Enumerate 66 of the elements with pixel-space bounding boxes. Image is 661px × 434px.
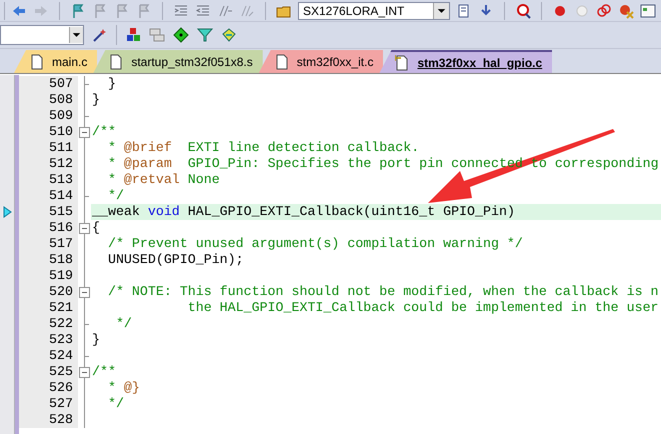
code-line: /* Prevent unused argument(s) compilation warning */ xyxy=(106,236,523,252)
file-tab[interactable]: stm32f0xx_hal_gpio.c xyxy=(379,50,552,73)
wand-icon[interactable] xyxy=(92,27,108,43)
code-line: * @brief EXTI line detection callback. xyxy=(106,140,420,156)
line-number: 507 xyxy=(19,76,78,92)
collapse-icon[interactable] xyxy=(79,223,90,234)
code-line: { xyxy=(92,220,100,236)
code-line: } xyxy=(92,92,100,108)
line-number: 513 xyxy=(19,172,78,188)
line-number: 522 xyxy=(19,316,78,332)
line-number: 511 xyxy=(19,140,78,156)
code-line: */ xyxy=(106,188,124,204)
line-number: 517 xyxy=(19,236,78,252)
window-icon[interactable] xyxy=(640,2,656,18)
line-number: 521 xyxy=(19,300,78,316)
line-number: 515 xyxy=(19,204,78,220)
code-line: __weak void HAL_GPIO_EXTI_Callback(uint16_t GPIO_Pin) xyxy=(92,204,515,220)
line-number: 518 xyxy=(19,252,78,268)
line-number: 509 xyxy=(19,108,78,124)
code-line: */ xyxy=(106,396,124,412)
collapse-icon[interactable] xyxy=(79,287,90,298)
caret-icon xyxy=(69,27,83,43)
collapse-icon[interactable] xyxy=(79,367,90,378)
line-number: 520 xyxy=(19,284,78,300)
target-dropdown[interactable]: SX1276LORA_INT xyxy=(298,2,450,20)
caret-icon xyxy=(433,2,449,18)
file-icon xyxy=(274,54,289,70)
outdent-icon[interactable] xyxy=(195,2,211,18)
line-number: 508 xyxy=(19,92,78,108)
file-tab[interactable]: startup_stm32f051x8.s xyxy=(93,50,263,73)
blocks-icon[interactable] xyxy=(125,27,141,43)
code-line: /** xyxy=(92,364,116,380)
line-number: 526 xyxy=(19,380,78,396)
line-number: 527 xyxy=(19,396,78,412)
code-line: */ xyxy=(114,316,132,332)
windows-icon[interactable] xyxy=(149,27,165,43)
funnel-icon[interactable] xyxy=(197,27,213,43)
dropdown[interactable] xyxy=(0,25,84,45)
file-key-icon xyxy=(395,54,410,70)
code-line: /* NOTE: This function should not be modified, when the callback is n xyxy=(106,284,659,300)
line-number: 516 xyxy=(19,220,78,236)
collapse-icon[interactable] xyxy=(79,127,90,138)
code-line: } xyxy=(92,332,100,348)
line-number: 525 xyxy=(19,364,78,380)
file-icon xyxy=(109,54,124,70)
line-number: 514 xyxy=(19,188,78,204)
code-line: /** xyxy=(92,124,116,140)
line-number: 523 xyxy=(19,332,78,348)
file-tab[interactable]: stm32f0xx_it.c xyxy=(258,50,384,73)
code-line: UNUSED(GPIO_Pin); xyxy=(106,252,244,268)
breakpoints-icon[interactable] xyxy=(596,2,612,18)
file-icon xyxy=(30,54,44,70)
code-line: the HAL_GPIO_EXTI_Callback could be implemented in the user xyxy=(186,300,659,316)
code-line: * @retval None xyxy=(106,172,220,188)
line-number: 512 xyxy=(19,156,78,172)
code-line: * @} xyxy=(106,380,140,396)
line-number: 510 xyxy=(19,124,78,140)
clear-breakpoints-icon[interactable] xyxy=(618,2,634,18)
code-line: } xyxy=(106,76,116,92)
debug-icon[interactable] xyxy=(515,2,531,18)
line-number: 528 xyxy=(19,412,78,428)
line-number: 524 xyxy=(19,348,78,364)
file-tab[interactable]: main.c xyxy=(14,50,98,73)
line-number: 519 xyxy=(19,268,78,284)
diamond-icon[interactable] xyxy=(173,27,189,43)
indent-icon[interactable] xyxy=(173,2,189,18)
